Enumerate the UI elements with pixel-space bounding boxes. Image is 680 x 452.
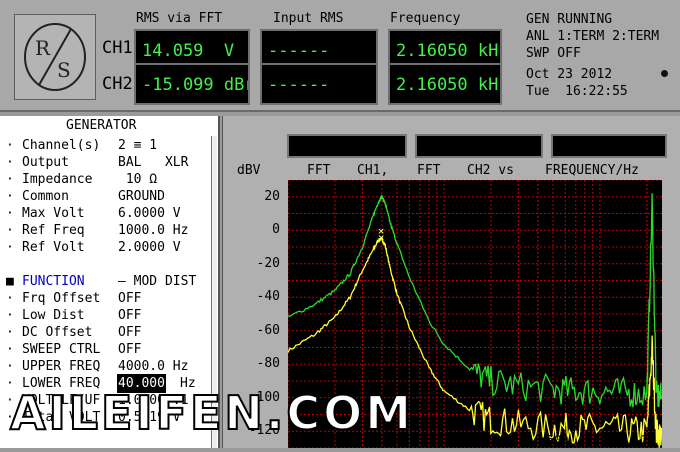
row-bullet-icon: ·	[6, 240, 14, 255]
generator-row-label: SWEEP CTRL	[22, 342, 101, 357]
row-bullet-icon: ·	[6, 138, 14, 153]
row-bullet-icon: ·	[6, 206, 14, 221]
generator-row[interactable]: · Frq Offset OFF	[6, 290, 216, 307]
graph-ylabel: dBV	[237, 163, 261, 178]
generator-row[interactable]: · Ref Volt 2.0000 V	[6, 239, 216, 256]
generator-row-value: 2 ≡ 1	[118, 138, 158, 153]
graph-hdr-fft2: FFT	[417, 163, 441, 178]
activity-indicator-icon	[661, 70, 668, 77]
generator-row-label: FUNCTION	[22, 274, 85, 289]
generator-row-label: UPPER FREQ	[22, 359, 101, 374]
graph-hdr-freq: FREQUENCY/Hz	[545, 163, 639, 178]
generator-row-value: OFF	[118, 308, 142, 323]
col-rms-header: RMS via FFT	[136, 11, 223, 26]
ch2-freq-readout: 2.16050 kHz	[388, 63, 502, 105]
row-bullet-icon: ·	[6, 325, 14, 340]
row-bullet-icon: ·	[6, 172, 14, 187]
graph-trace2-box[interactable]	[415, 134, 543, 158]
graph-hdr-fft1: FFT	[307, 163, 331, 178]
generator-row-label: Ref Freq	[22, 223, 85, 238]
col-input-header: Input RMS	[273, 11, 344, 26]
generator-row-value: OFF	[118, 342, 142, 357]
ch1-label: CH1	[102, 38, 133, 58]
y-tick-label: -80	[256, 356, 280, 372]
generator-row[interactable]: · Max Volt 6.0000 V	[6, 205, 216, 222]
generator-row[interactable]: · Impedance 10 Ω	[6, 171, 216, 188]
ch2-rms-readout: -15.099 dBr	[134, 63, 250, 105]
generator-row[interactable]: · Low Dist OFF	[6, 307, 216, 324]
generator-title: GENERATOR	[66, 118, 137, 133]
generator-row-label: DC Offset	[22, 325, 93, 340]
generator-row-value: — MOD DIST	[118, 274, 197, 289]
generator-row-label: Output	[22, 155, 69, 170]
generator-row-label: Channel(s)	[22, 138, 101, 153]
generator-row-label: Low Dist	[22, 308, 85, 323]
generator-row-value: 1000.0 Hz	[118, 223, 189, 238]
graph-hdr-ch2: CH2 vs	[467, 163, 514, 178]
svg-text:R: R	[35, 36, 51, 60]
generator-row[interactable]: · DC Offset OFF	[6, 324, 216, 341]
generator-row[interactable]: · Common GROUND	[6, 188, 216, 205]
time-display: Tue 16:22:55	[526, 84, 628, 99]
row-bullet-icon: ·	[6, 223, 14, 238]
row-bullet-icon: ·	[6, 189, 14, 204]
generator-row-value: BAL XLR	[118, 155, 189, 170]
date-display: Oct 23 2012	[526, 67, 613, 82]
y-tick-label: -60	[256, 322, 280, 338]
generator-row-label: Max Volt	[22, 206, 85, 221]
anl-status: ANL 1:TERM 2:TERM	[526, 29, 660, 44]
ch2-label: CH2	[102, 74, 133, 94]
sweep-status: SWP OFF	[526, 46, 581, 61]
y-tick-label: 0	[272, 222, 280, 238]
generator-row-value: GROUND	[118, 189, 165, 204]
generator-row[interactable]: ■ FUNCTION — MOD DIST	[6, 273, 216, 290]
graph-axis-box[interactable]	[551, 134, 667, 158]
gen-status: GEN RUNNING	[526, 12, 613, 27]
y-tick-label: -20	[256, 255, 280, 271]
ch2-input-readout: ------	[260, 63, 378, 105]
graph-hdr-ch1: CH1,	[357, 163, 389, 178]
generator-row[interactable]: · UPPER FREQ 4000.0 Hz	[6, 358, 216, 375]
generator-row-value: OFF	[118, 325, 142, 340]
status-bar: R S CH1 CH2 RMS via FFT Input RMS Freque…	[0, 0, 680, 112]
generator-row-label: Frq Offset	[22, 291, 101, 306]
y-tick-label: -40	[256, 289, 280, 305]
svg-text:S: S	[57, 58, 71, 82]
generator-row[interactable]: · SWEEP CTRL OFF	[6, 341, 216, 358]
generator-row-value: 10 Ω	[118, 172, 158, 187]
row-bullet-icon: ·	[6, 291, 14, 306]
generator-row-label: Ref Volt	[22, 240, 85, 255]
rs-logo: R S	[14, 14, 96, 100]
generator-row[interactable]: · Output BAL XLR	[6, 154, 216, 171]
generator-row[interactable]: · Channel(s) 2 ≡ 1	[6, 137, 216, 154]
row-bullet-icon: ·	[6, 342, 14, 357]
row-bullet-icon: ·	[6, 155, 14, 170]
row-bullet-icon: ■	[6, 274, 14, 289]
generator-row-label: Common	[22, 189, 69, 204]
generator-row-value: 4000.0 Hz	[118, 359, 189, 374]
col-freq-header: Frequency	[390, 11, 461, 26]
y-tick-label: 20	[264, 188, 280, 204]
generator-row-value: 2.0000 V	[118, 240, 181, 255]
watermark-text: AILEIFEN.COM	[9, 386, 415, 440]
row-bullet-icon: ·	[6, 359, 14, 374]
peak-marker: ×	[378, 231, 385, 244]
graph-trace1-box[interactable]	[287, 134, 407, 158]
row-bullet-icon: ·	[6, 308, 14, 323]
generator-row[interactable]: · Ref Freq 1000.0 Hz	[6, 222, 216, 239]
generator-row-value: OFF	[118, 291, 142, 306]
generator-row-label: Impedance	[22, 172, 93, 187]
generator-row-value: 6.0000 V	[118, 206, 181, 221]
